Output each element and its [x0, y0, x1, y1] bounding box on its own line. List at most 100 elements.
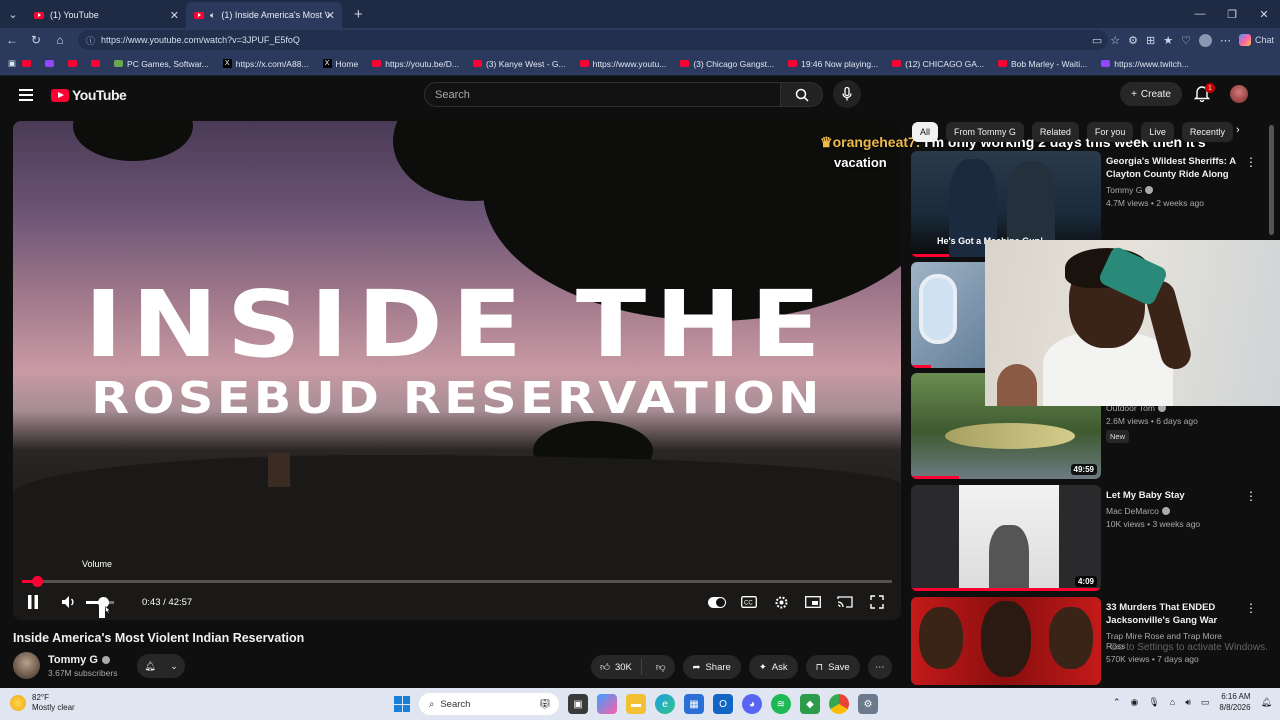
tray-chevron-up-icon[interactable]: ⌃ [1113, 697, 1121, 708]
spotify-icon[interactable]: ≋ [771, 694, 791, 714]
bookmark-item[interactable]: Bob Marley - Waiti... [998, 59, 1087, 69]
more-menu-icon[interactable]: ⋯ [1220, 34, 1231, 47]
outlook-icon[interactable]: O [713, 694, 733, 714]
voice-search-button[interactable] [833, 80, 861, 108]
mute-button[interactable] [58, 591, 80, 613]
chip-recently[interactable]: Recently [1181, 122, 1233, 142]
network-icon[interactable]: ⌂ [1170, 697, 1175, 707]
fullscreen-button[interactable] [868, 593, 886, 611]
minimize-icon[interactable]: — [1184, 0, 1216, 28]
progress-bar[interactable] [22, 576, 892, 587]
favorites-icon[interactable]: ★ [1163, 34, 1173, 47]
menu-hamburger-icon[interactable] [19, 89, 33, 101]
new-tab-plus-icon[interactable]: + [354, 6, 363, 23]
pause-button[interactable] [22, 591, 44, 613]
bookmark-item[interactable]: (12) CHICAGO GA... [892, 59, 984, 69]
speaker-tray-icon[interactable]: 🔊︎ [1185, 697, 1191, 708]
search-button[interactable] [781, 82, 823, 107]
discord-icon[interactable]: ◕ [742, 694, 762, 714]
close-window-icon[interactable]: ✕ [1248, 0, 1280, 28]
recommendation-item[interactable]: 4:09 Let My Baby Stay Mac DeMarco 10K vi… [911, 485, 1257, 591]
speaker-icon[interactable]: 🔈︎ [210, 10, 215, 21]
reload-icon[interactable]: ↻ [24, 28, 48, 52]
chips-next-arrow-icon[interactable]: › [1236, 124, 1240, 136]
share-button[interactable]: ➦ Share [682, 655, 741, 679]
bookmark-item[interactable] [91, 60, 101, 67]
close-tab-icon[interactable]: ✕ [326, 9, 335, 22]
bookmark-item[interactable]: Xhttps://x.com/A88... [222, 59, 309, 69]
collections-icon[interactable]: ⊞ [1146, 34, 1155, 47]
chip-all[interactable]: All [912, 122, 939, 142]
settings-button[interactable] [772, 593, 790, 611]
video-thumbnail[interactable] [911, 597, 1101, 685]
home-icon[interactable]: ⌂ [48, 28, 72, 52]
bookmark-item[interactable]: https://www.twitch... [1101, 59, 1189, 69]
site-info-icon[interactable]: ⓘ [86, 34, 95, 47]
close-tab-icon[interactable]: ✕ [170, 9, 179, 22]
autoplay-toggle[interactable] [708, 593, 726, 611]
start-windows-icon[interactable] [394, 696, 410, 712]
extensions-icon[interactable]: ⚙ [1128, 34, 1138, 47]
tab-youtube-home[interactable]: (1) YouTube ✕ [26, 2, 186, 28]
clock[interactable]: 6:16 AM 8/8/2026 [1219, 691, 1250, 713]
more-options-icon[interactable]: ⋮ [1245, 489, 1257, 503]
progress-scrubber[interactable] [31, 576, 43, 587]
channel-avatar[interactable] [13, 652, 40, 679]
bookmark-item[interactable]: PC Games, Softwar... [114, 59, 209, 69]
bookmark-item[interactable] [22, 60, 32, 67]
edge-browser-icon[interactable]: e [655, 694, 675, 714]
page-scrollbar[interactable] [1268, 121, 1276, 681]
more-options-icon[interactable]: ⋮ [1245, 155, 1257, 169]
notifications-icon[interactable]: 🔔︎ [1261, 697, 1272, 708]
youtube-logo[interactable]: YouTube [51, 87, 127, 103]
bookmark-item[interactable]: (3) Kanye West - G... [472, 59, 566, 69]
search-input[interactable]: Search [424, 82, 781, 107]
bookmark-item[interactable]: 19:46 Now playing... [788, 59, 878, 69]
subscribed-notifications-button[interactable]: 🔔︎ ⌄ [137, 654, 185, 678]
taskbar-search[interactable]: ⌕ Search 🐯︎ [419, 693, 559, 715]
like-button[interactable]: 👍︎ 30K [591, 659, 642, 675]
chip-live[interactable]: Live [1141, 122, 1174, 142]
maximize-icon[interactable]: ❐ [1216, 0, 1248, 28]
weather-widget[interactable]: 82°F Mostly clear [10, 693, 75, 713]
back-arrow-icon[interactable]: ← [0, 28, 24, 52]
profile-avatar[interactable] [1198, 33, 1212, 47]
tab-current-video[interactable]: 🔈︎ (1) Inside America's Most Violi ✕ [186, 2, 342, 28]
more-actions-button[interactable]: ⋯ [867, 655, 892, 679]
captions-button[interactable]: CC [740, 593, 758, 611]
settings-app-icon[interactable]: ⚙ [858, 694, 878, 714]
channel-name[interactable]: Tommy G [48, 654, 98, 666]
file-explorer-icon[interactable]: ▬ [626, 694, 646, 714]
save-button[interactable]: ⊓ Save [805, 655, 860, 679]
bookmark-item[interactable]: https://www.youtu... [579, 59, 666, 69]
battery-icon[interactable]: ▭ [1201, 697, 1210, 708]
create-button[interactable]: + Create [1120, 82, 1182, 106]
favorite-star-icon[interactable]: ☆ [1110, 34, 1120, 47]
bookmark-item[interactable] [68, 60, 78, 67]
chip-from-channel[interactable]: From Tommy G [946, 122, 1024, 142]
miniplayer-button[interactable] [804, 593, 822, 611]
chip-for-you[interactable]: For you [1086, 122, 1134, 142]
account-avatar[interactable] [1230, 85, 1248, 103]
recommendation-item[interactable]: 33 Murders That ENDED Jacksonville's Gan… [911, 597, 1257, 685]
chrome-icon[interactable] [829, 694, 849, 714]
video-player[interactable]: INSIDE THE ROSEBUD RESERVATION [13, 121, 901, 620]
bookmark-item[interactable]: https://youtu.be/D... [372, 59, 459, 69]
more-options-icon[interactable]: ⋮ [1245, 601, 1257, 615]
copilot-chat-button[interactable]: Chat [1238, 34, 1274, 46]
video-thumbnail[interactable]: 4:09 [911, 485, 1101, 591]
game-app-icon[interactable]: ◆ [800, 694, 820, 714]
store-icon[interactable]: ▦ [684, 694, 704, 714]
chip-related[interactable]: Related [1031, 122, 1079, 142]
split-screen-icon[interactable]: ▭ [1092, 34, 1102, 47]
browser-essentials-icon[interactable]: ♡ [1181, 34, 1191, 47]
microphone-tray-icon[interactable]: 🎙︎ [1148, 697, 1159, 708]
copilot-app-icon[interactable] [597, 694, 617, 714]
scrollbar-thumb[interactable] [1269, 125, 1274, 235]
cast-button[interactable] [836, 593, 854, 611]
bookmark-item[interactable] [45, 60, 55, 67]
tray-app-icon[interactable]: ◉ [1131, 697, 1139, 708]
tab-actions-chevron-icon[interactable]: ⌄ [0, 0, 26, 28]
url-field[interactable]: ⓘ https://www.youtube.com/watch?v=3JPUF_… [78, 30, 1108, 50]
task-view-icon[interactable]: ▣ [568, 694, 588, 714]
